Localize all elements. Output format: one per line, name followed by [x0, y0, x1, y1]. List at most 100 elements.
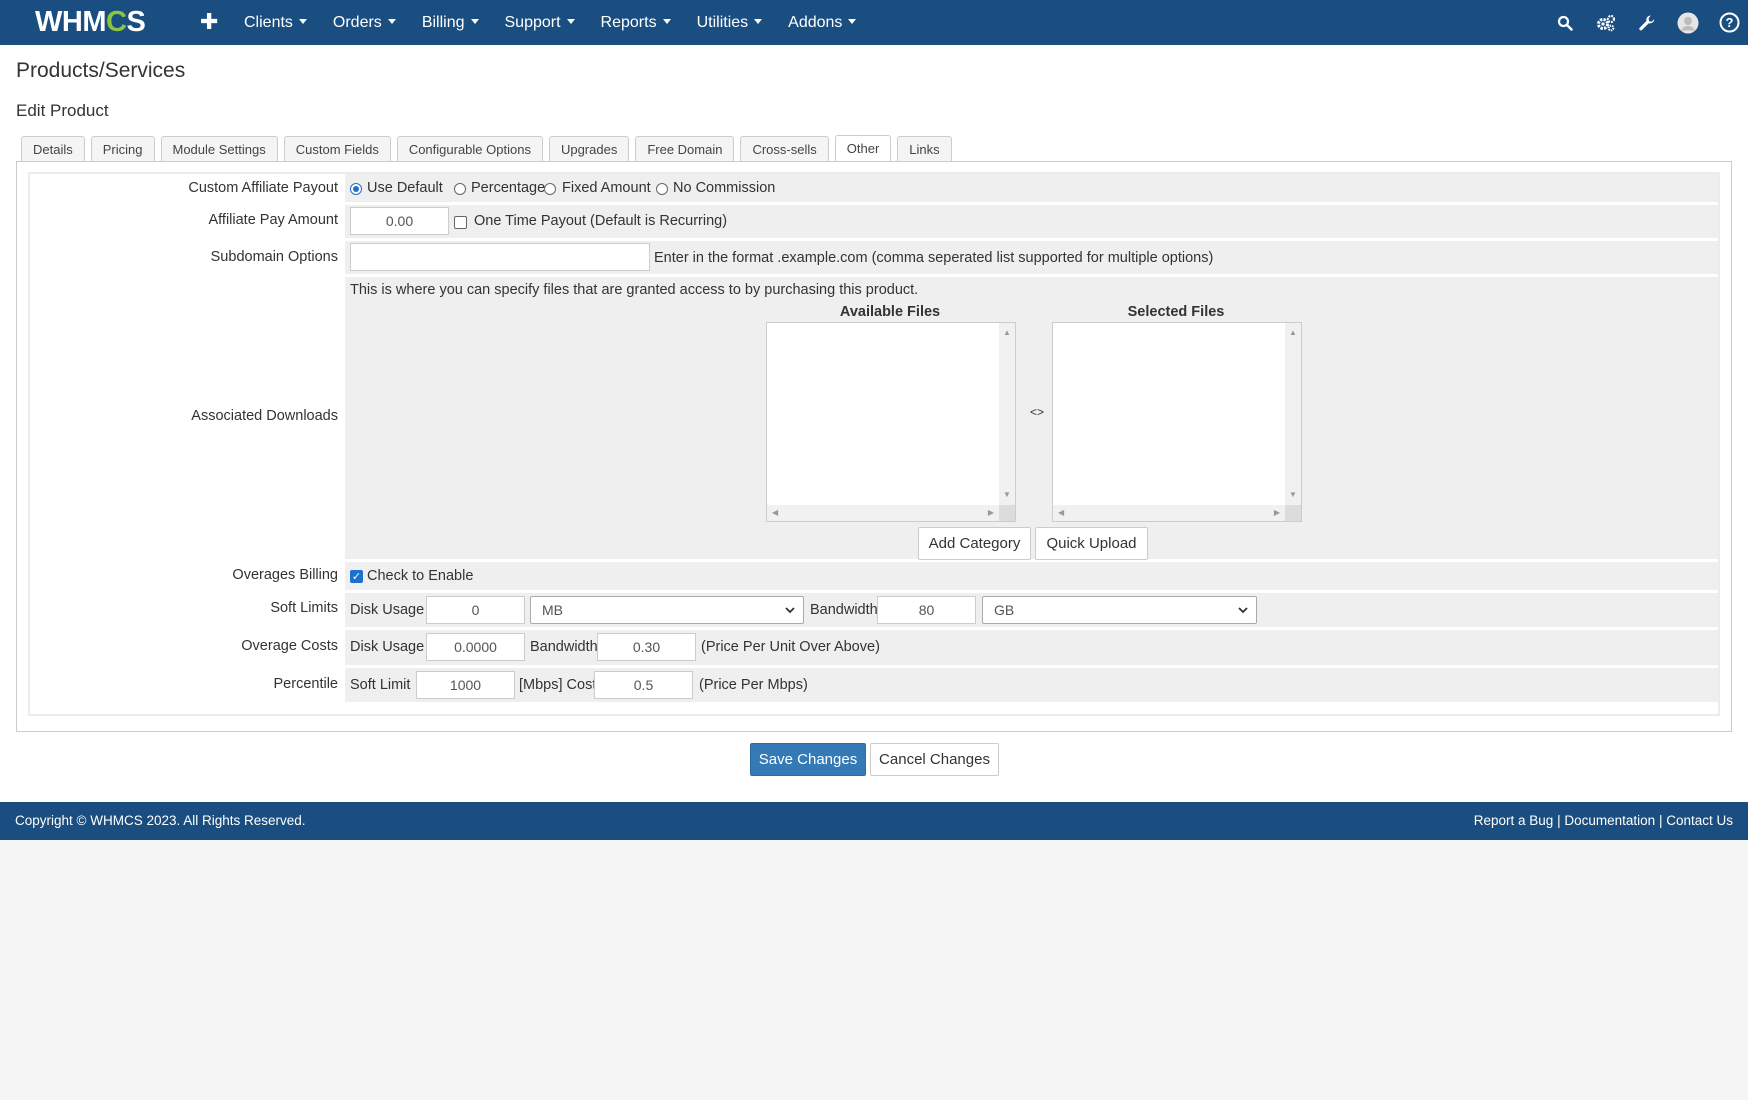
label-affiliate-payout: Custom Affiliate Payout — [188, 180, 338, 196]
cost-disk-label: Disk Usage — [350, 639, 425, 655]
caret-down-icon — [387, 19, 396, 25]
logo-gear: C — [105, 6, 127, 38]
whmcs-logo[interactable]: WHMCS — [35, 6, 146, 38]
radio-no-commission[interactable] — [656, 183, 668, 195]
scroll-up-icon: ▲ — [1003, 328, 1011, 337]
caret-down-icon — [662, 19, 671, 25]
svg-text:?: ? — [1725, 15, 1733, 30]
nav-clients[interactable]: Clients — [244, 0, 307, 45]
tab-links[interactable]: Links — [897, 136, 952, 162]
soft-disk-label: Disk Usage — [350, 602, 425, 618]
contact-us-link[interactable]: Contact Us — [1666, 813, 1733, 828]
product-tabs: Details Pricing Module Settings Custom F… — [21, 135, 958, 164]
footer-links: Report a Bug | Documentation | Contact U… — [1474, 813, 1733, 828]
nav-reports[interactable]: Reports — [601, 0, 671, 45]
vertical-scrollbar[interactable]: ▲ ▼ — [1285, 323, 1301, 505]
soft-disk-input[interactable]: 0 — [426, 596, 525, 624]
tab-custom-fields[interactable]: Custom Fields — [283, 136, 391, 162]
footer-separator: | — [1658, 813, 1663, 828]
add-category-button[interactable]: Add Category — [918, 527, 1031, 560]
footer-copyright: Copyright © WHMCS 2023. All Rights Reser… — [15, 813, 306, 828]
scroll-corner — [1285, 505, 1301, 521]
available-files-list[interactable]: ▲ ▼ ◀ ▶ — [766, 322, 1016, 522]
add-new-icon[interactable]: ✚ — [200, 10, 218, 34]
selected-files-title: Selected Files — [1127, 304, 1225, 320]
radio-label-no-commission: No Commission — [673, 180, 776, 196]
quick-upload-button[interactable]: Quick Upload — [1035, 527, 1148, 560]
row-percentile: Percentile Soft Limit 1000 [Mbps] Cost 0… — [30, 668, 1718, 702]
caret-down-icon — [298, 19, 307, 25]
horizontal-scrollbar[interactable]: ◀ ▶ — [767, 505, 999, 521]
chevron-down-icon — [1238, 607, 1248, 614]
label-downloads: Associated Downloads — [191, 408, 338, 424]
nav-orders[interactable]: Orders — [333, 0, 396, 45]
user-avatar-icon[interactable] — [1677, 12, 1699, 34]
field-percentile: Soft Limit 1000 [Mbps] Cost 0.5 (Price P… — [345, 668, 1718, 702]
tab-configurable-options[interactable]: Configurable Options — [396, 136, 543, 162]
tab-upgrades[interactable]: Upgrades — [548, 136, 630, 162]
caret-down-icon — [470, 19, 479, 25]
overages-check-label: Check to Enable — [367, 568, 474, 584]
row-affiliate-amount: Affiliate Pay Amount 0.00 One Time Payou… — [30, 205, 1718, 238]
subdomain-input[interactable] — [350, 243, 650, 271]
row-affiliate-payout: Custom Affiliate Payout Use Default Perc… — [30, 174, 1718, 202]
tab-module-settings[interactable]: Module Settings — [160, 136, 278, 162]
affiliate-amount-input[interactable]: 0.00 — [350, 207, 449, 235]
row-overage-costs: Overage Costs Disk Usage 0.0000 Bandwidt… — [30, 630, 1718, 665]
caret-down-icon — [848, 19, 857, 25]
selected-files-list[interactable]: ▲ ▼ ◀ ▶ — [1052, 322, 1302, 522]
cost-disk-input[interactable]: 0.0000 — [426, 633, 525, 661]
report-bug-link[interactable]: Report a Bug — [1474, 813, 1554, 828]
main-menu: Clients Orders Billing Support Reports U… — [244, 0, 882, 45]
wrench-icon[interactable] — [1636, 12, 1658, 34]
chevron-down-icon — [785, 607, 795, 614]
help-icon[interactable]: ? — [1718, 12, 1740, 34]
cost-bw-input[interactable]: 0.30 — [597, 633, 696, 661]
available-files-title: Available Files — [839, 304, 941, 320]
horizontal-scrollbar[interactable]: ◀ ▶ — [1053, 505, 1285, 521]
soft-bw-unit-select[interactable]: GB — [982, 596, 1257, 624]
field-downloads: This is where you can specify files that… — [345, 277, 1718, 560]
cancel-changes-button[interactable]: Cancel Changes — [870, 743, 999, 776]
vertical-scrollbar[interactable]: ▲ ▼ — [999, 323, 1015, 505]
nav-addons[interactable]: Addons — [788, 0, 857, 45]
radio-label-fixed-amount: Fixed Amount — [562, 180, 651, 196]
radio-fixed-amount[interactable] — [544, 183, 556, 195]
documentation-link[interactable]: Documentation — [1564, 813, 1655, 828]
page-title: Products/Services — [16, 59, 186, 82]
scroll-left-icon: ◀ — [772, 508, 779, 517]
tab-free-domain[interactable]: Free Domain — [635, 136, 735, 162]
percentile-note: (Price Per Mbps) — [699, 677, 808, 693]
percentile-soft-input[interactable]: 1000 — [416, 671, 515, 699]
soft-disk-unit-select[interactable]: MB — [530, 596, 804, 624]
soft-bw-input[interactable]: 80 — [877, 596, 976, 624]
label-percentile: Percentile — [273, 676, 338, 692]
save-changes-button[interactable]: Save Changes — [750, 743, 866, 776]
percentile-cost-input[interactable]: 0.5 — [594, 671, 693, 699]
cost-bw-label: Bandwidth — [530, 639, 598, 655]
tab-pricing[interactable]: Pricing — [90, 136, 155, 162]
radio-percentage[interactable] — [454, 183, 466, 195]
row-subdomain: Subdomain Options Enter in the format .e… — [30, 241, 1718, 274]
gears-icon[interactable] — [1595, 12, 1617, 34]
scroll-right-icon: ▶ — [987, 508, 994, 517]
page-subtitle: Edit Product — [16, 101, 109, 120]
caret-down-icon — [754, 19, 763, 25]
label-overage-costs: Overage Costs — [241, 638, 338, 654]
scroll-up-icon: ▲ — [1289, 328, 1297, 337]
cost-note: (Price Per Unit Over Above) — [701, 639, 880, 655]
search-icon[interactable] — [1554, 12, 1576, 34]
nav-utilities[interactable]: Utilities — [697, 0, 763, 45]
onetime-payout-checkbox[interactable] — [454, 216, 467, 229]
soft-bw-label: Bandwidth — [810, 602, 878, 618]
tab-details[interactable]: Details — [21, 136, 85, 162]
swap-files-button[interactable]: <> — [1030, 405, 1044, 419]
nav-support[interactable]: Support — [505, 0, 575, 45]
tab-panel-other: Custom Affiliate Payout Use Default Perc… — [16, 161, 1732, 732]
radio-use-default[interactable] — [350, 183, 362, 195]
tab-other[interactable]: Other — [834, 135, 892, 163]
nav-billing[interactable]: Billing — [422, 0, 479, 45]
tab-cross-sells[interactable]: Cross-sells — [740, 136, 829, 162]
overages-checkbox[interactable]: ✓ — [350, 570, 363, 583]
downloads-help: This is where you can specify files that… — [350, 282, 919, 298]
